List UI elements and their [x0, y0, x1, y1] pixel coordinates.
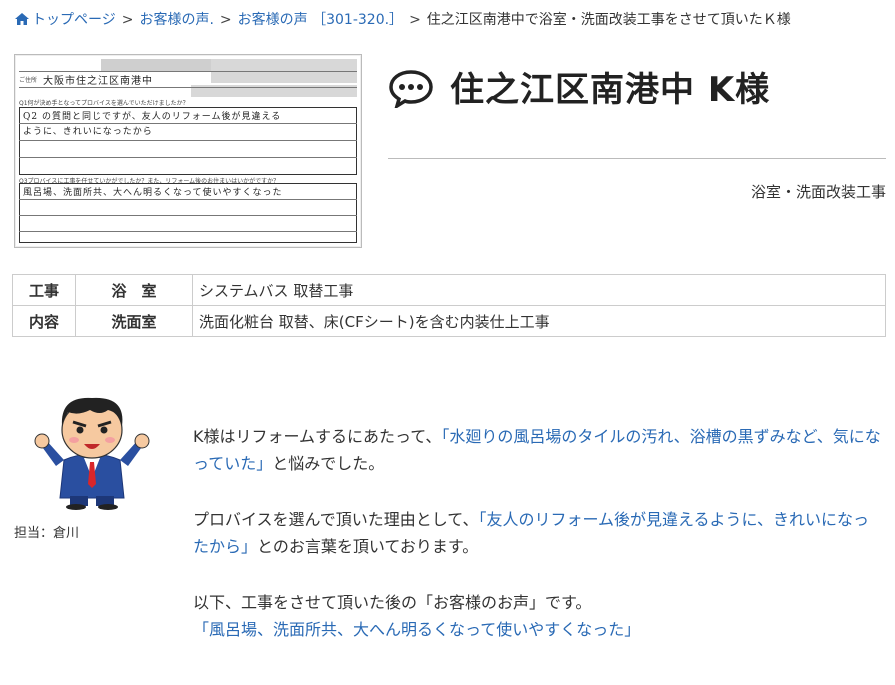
story-quote: 「風呂場、洗面所共、大へん明るくなって使いやすくなった」 — [193, 620, 641, 639]
divider — [388, 158, 886, 159]
breadcrumb-link-voices[interactable]: お客様の声. — [139, 12, 213, 28]
scan-line — [19, 231, 357, 232]
story-text-segment: とのお言葉を頂いております。 — [257, 537, 479, 556]
scan-address-label: ご住所 — [19, 77, 38, 84]
work-detail: システムバス 取替工事 — [192, 274, 886, 306]
story-paragraph: K様はリフォームするにあたって、「水廻りの風呂場のタイルの汚れ、浴槽の黒ずみなど… — [193, 423, 883, 477]
scan-handwritten-answer: ように、きれいになったから — [23, 127, 153, 137]
table-header-label: 内容 — [12, 305, 76, 337]
story-text-segment: K様はリフォームするにあたって、 — [193, 427, 442, 446]
scan-line — [19, 199, 357, 200]
staff-avatar — [34, 397, 150, 510]
table-row: 内容 洗面室 洗面化粧台 取替、床(CFシート)を含む内装仕上工事 — [12, 305, 886, 337]
staff-label: 担当：倉川 — [14, 526, 80, 541]
scan-line — [19, 140, 357, 141]
work-content-table: 工事 浴 室 システムバス 取替工事 内容 洗面室 洗面化粧台 取替、床(CFシ… — [12, 274, 886, 337]
table-header-label: 工事 — [12, 274, 76, 306]
story-text: K様はリフォームするにあたって、「水廻りの風呂場のタイルの汚れ、浴槽の黒ずみなど… — [193, 423, 883, 672]
work-category: 浴 室 — [75, 274, 193, 306]
breadcrumb-separator: > — [219, 12, 232, 28]
survey-scan-image: ご住所 大阪市住之江区南港中 Q1何が決め手となってプロバイスを選んでいただけま… — [14, 54, 362, 248]
breadcrumb: トップページ > お客様の声. > お客様の声 ［301-320.］ > 住之江区南港中で浴… — [14, 9, 791, 29]
breadcrumb-link-voices-range[interactable]: お客様の声 ［301-320.］ — [238, 12, 403, 28]
redacted-area — [101, 59, 211, 71]
scan-handwritten-address: 大阪市住之江区南港中 — [43, 76, 153, 87]
story-text-segment: プロバイスを選んで頂いた理由として、 — [193, 510, 479, 529]
story-text-segment: と悩みでした。 — [272, 454, 385, 473]
scan-line — [19, 215, 357, 216]
table-row: 工事 浴 室 システムバス 取替工事 — [12, 274, 886, 306]
scan-line — [19, 157, 357, 158]
speech-bubble-icon — [389, 70, 433, 108]
story-text-segment: 以下、工事をさせて頂いた後の「お客様のお声」です。 — [193, 593, 592, 612]
story-paragraph: プロバイスを選んで頂いた理由として、「友人のリフォーム後が見違えるように、きれい… — [193, 506, 883, 560]
scan-question-1: Q1何が決め手となってプロバイスを選んでいただけましたか？ — [19, 100, 189, 107]
breadcrumb-current: 住之江区南港中で浴室・洗面改装工事をさせて頂いたＫ様 — [426, 12, 791, 28]
breadcrumb-separator: > — [409, 12, 421, 28]
breadcrumb-separator: > — [121, 12, 134, 28]
home-icon — [15, 13, 29, 25]
page-title: 住之江区南港中 K様 — [450, 70, 771, 110]
page-subtitle: 浴室・洗面改装工事 — [750, 183, 886, 201]
work-category: 洗面室 — [75, 305, 193, 337]
scan-handwritten-answer: 風呂場、洗面所共、大へん明るくなって使いやすくなった — [23, 188, 283, 198]
scan-line — [19, 87, 357, 88]
scan-handwritten-answer: Q2 の質問と同じですが、友人のリフォーム後が見違える — [23, 112, 282, 122]
breadcrumb-home-link[interactable]: トップページ — [32, 12, 116, 28]
work-detail: 洗面化粧台 取替、床(CFシート)を含む内装仕上工事 — [192, 305, 886, 337]
story-paragraph: 以下、工事をさせて頂いた後の「お客様のお声」です。「風呂場、洗面所共、大へん明る… — [193, 589, 883, 643]
